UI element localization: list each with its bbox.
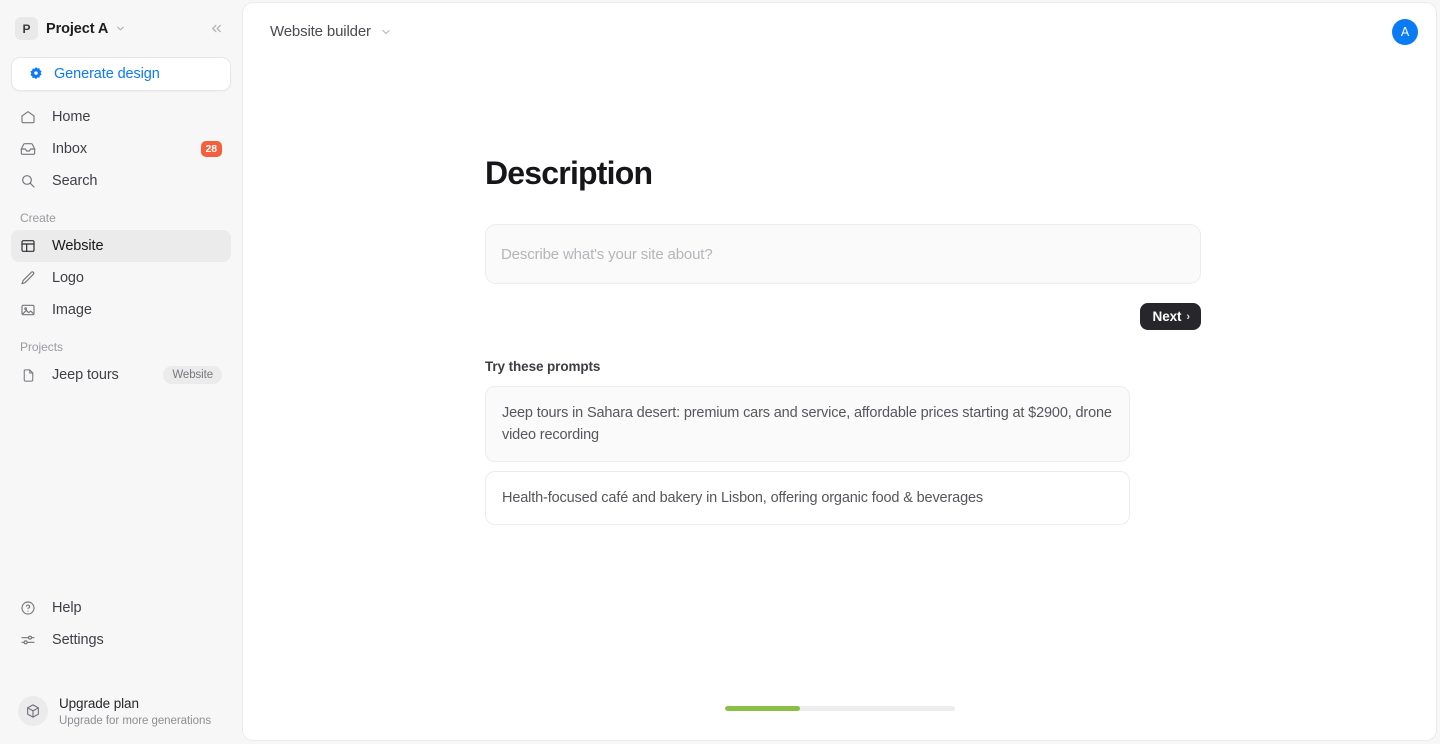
collapse-sidebar-icon[interactable] xyxy=(205,17,228,40)
breadcrumb[interactable]: Website builder xyxy=(270,23,392,40)
upgrade-plan-subtitle: Upgrade for more generations xyxy=(59,715,212,727)
description-placeholder: Describe what's your site about? xyxy=(501,245,713,263)
document-icon xyxy=(19,366,37,384)
next-button[interactable]: Next › xyxy=(1139,303,1201,330)
sidebar-item-help[interactable]: Help xyxy=(11,592,231,624)
description-form: Description Describe what's your site ab… xyxy=(485,60,1201,526)
progress-track xyxy=(724,706,955,711)
next-button-row: Next › xyxy=(485,303,1201,330)
upgrade-plan-title: Upgrade plan xyxy=(59,696,139,712)
main-panel: Website builder A Description Describe w… xyxy=(242,2,1437,741)
sidebar-footer: Help Settings Upgrade plan Upgrade for m… xyxy=(11,592,231,744)
sidebar-item-label: Inbox xyxy=(52,141,87,157)
inbox-icon xyxy=(19,140,37,158)
progress-indicator xyxy=(243,706,1436,711)
sidebar-item-image[interactable]: Image xyxy=(11,294,231,326)
sidebar-item-settings[interactable]: Settings xyxy=(11,624,231,656)
sidebar-item-label: Image xyxy=(52,302,92,318)
next-button-label: Next xyxy=(1152,309,1182,324)
sidebar-item-label: Logo xyxy=(52,270,84,286)
app-root: P Project A Generate design Home Inbox 2… xyxy=(0,0,1440,744)
footer-nav: Help Settings xyxy=(11,592,231,656)
project-avatar: P xyxy=(15,17,38,40)
sidebar-item-logo[interactable]: Logo xyxy=(11,262,231,294)
generate-design-label: Generate design xyxy=(54,66,160,82)
avatar[interactable]: A xyxy=(1392,18,1418,45)
sidebar-header: P Project A xyxy=(11,0,231,57)
sliders-icon xyxy=(19,631,37,649)
sidebar-item-label: Jeep tours xyxy=(52,367,119,383)
home-icon xyxy=(19,108,37,126)
page-title: Description xyxy=(485,155,653,191)
sidebar-group-create-label: Create xyxy=(20,211,56,225)
sidebar-item-label: Website xyxy=(52,238,104,254)
sidebar-item-label: Help xyxy=(52,600,82,617)
main-header: Website builder A xyxy=(243,3,1436,60)
description-input[interactable]: Describe what's your site about? xyxy=(485,224,1201,284)
chevron-down-icon[interactable] xyxy=(380,26,392,38)
layout-panel-icon xyxy=(19,237,37,255)
prompt-suggestion-card[interactable]: Jeep tours in Sahara desert: premium car… xyxy=(485,386,1130,463)
upgrade-text-block: Upgrade plan Upgrade for more generation… xyxy=(59,695,211,727)
cube-icon xyxy=(18,696,48,727)
generate-design-button[interactable]: Generate design xyxy=(11,57,231,91)
sparkle-gear-icon xyxy=(28,66,44,82)
sidebar-item-jeep-tours[interactable]: Jeep tours Website xyxy=(11,359,231,391)
sidebar-item-home[interactable]: Home xyxy=(11,101,231,133)
chevron-right-icon: › xyxy=(1186,310,1190,323)
pencil-icon xyxy=(19,269,37,287)
sidebar: P Project A Generate design Home Inbox 2… xyxy=(0,0,242,744)
prompt-suggestion-card[interactable]: Health-focused café and bakery in Lisbon… xyxy=(485,471,1130,526)
sidebar-item-label: Home xyxy=(52,109,91,125)
inbox-unread-badge: 28 xyxy=(200,141,222,157)
create-nav: Website Logo Image xyxy=(11,230,231,326)
sidebar-item-website[interactable]: Website xyxy=(11,230,231,262)
help-circle-icon xyxy=(19,599,37,617)
sidebar-item-search[interactable]: Search xyxy=(11,165,231,197)
breadcrumb-label: Website builder xyxy=(270,23,371,40)
main-content: Description Describe what's your site ab… xyxy=(243,60,1436,740)
chevron-down-icon[interactable] xyxy=(115,23,126,34)
image-icon xyxy=(19,301,37,319)
sidebar-item-label: Search xyxy=(52,173,98,189)
project-type-badge: Website xyxy=(163,365,222,385)
search-icon xyxy=(19,172,37,190)
projects-nav: Jeep tours Website xyxy=(11,359,231,391)
progress-fill xyxy=(724,706,801,711)
upgrade-plan-button[interactable]: Upgrade plan Upgrade for more generation… xyxy=(11,686,231,731)
sidebar-group-projects-label: Projects xyxy=(20,340,63,354)
sidebar-item-inbox[interactable]: Inbox 28 xyxy=(11,133,231,165)
prompts-section-title: Try these prompts xyxy=(485,359,601,374)
sidebar-item-label: Settings xyxy=(52,632,104,649)
project-name[interactable]: Project A xyxy=(46,21,108,37)
primary-nav: Home Inbox 28 Search xyxy=(11,101,231,197)
